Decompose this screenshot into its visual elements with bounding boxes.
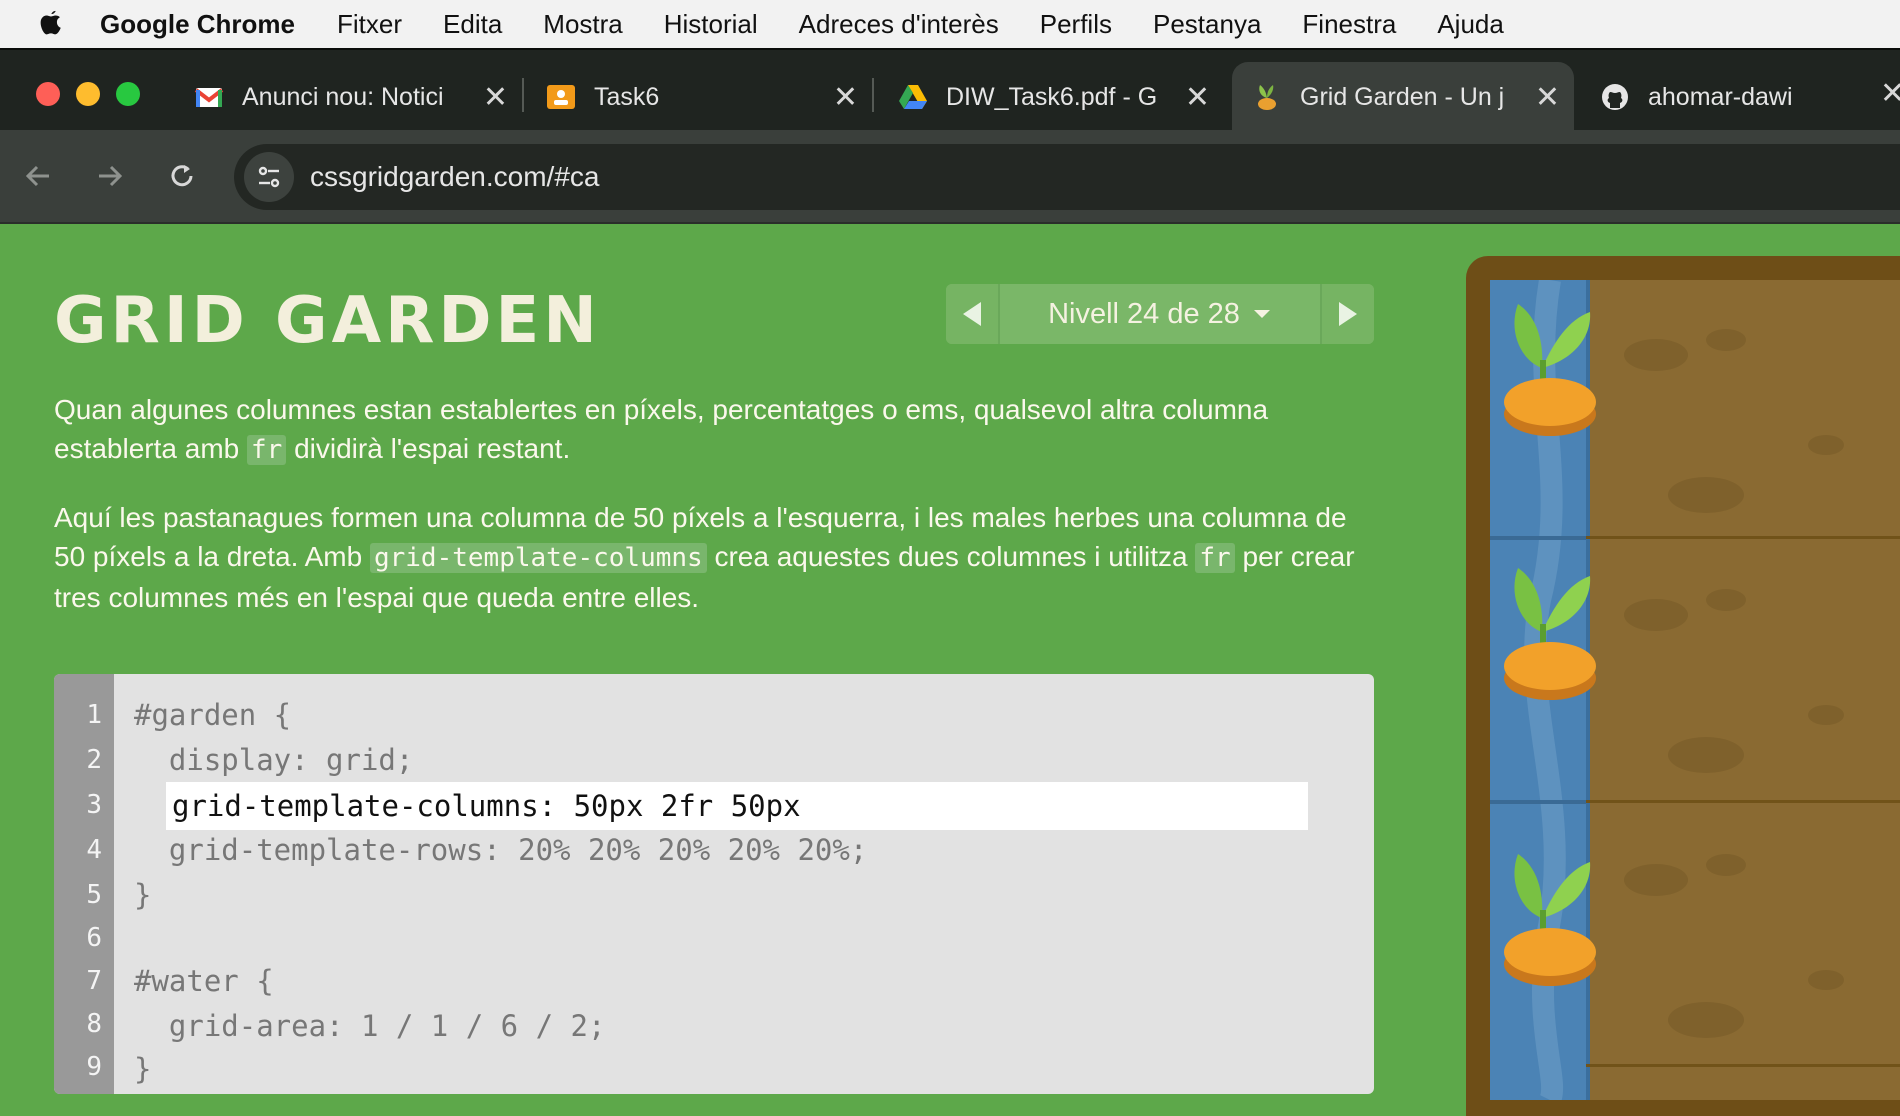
- menu-perfils[interactable]: Perfils: [1040, 9, 1112, 40]
- line-number: 5: [86, 880, 102, 910]
- line-number: 7: [86, 966, 102, 996]
- row-divider: [1490, 800, 1586, 804]
- page-title: GRID GARDEN: [54, 284, 601, 358]
- code-line: grid-area: 1 / 1 / 6 / 2;: [134, 1009, 606, 1043]
- text: crea aquestes dues columnes i utilitza: [706, 541, 1196, 572]
- tab-separator: [872, 78, 874, 112]
- menu-historial[interactable]: Historial: [664, 9, 758, 40]
- forward-button[interactable]: [88, 154, 132, 198]
- row-divider: [1490, 536, 1586, 540]
- zoom-window-button[interactable]: [116, 82, 140, 106]
- close-icon[interactable]: ✕: [483, 80, 508, 115]
- code-line: }: [134, 878, 152, 912]
- sprout-icon: [1258, 85, 1276, 110]
- drive-icon: [899, 85, 927, 109]
- text: dividirà l'espai restant.: [286, 433, 571, 464]
- tab-grid-garden[interactable]: Grid Garden - Un j ✕: [1232, 62, 1574, 132]
- line-number: 4: [86, 835, 102, 865]
- close-icon[interactable]: ✕: [833, 80, 858, 115]
- close-icon[interactable]: ✕: [1880, 76, 1900, 111]
- close-icon[interactable]: ✕: [1535, 80, 1560, 115]
- carrot-icon: [1504, 568, 1596, 700]
- instructions-paragraph-1: Quan algunes columnes estan establertes …: [54, 390, 1384, 470]
- tab-title: Anunci nou: Notici: [242, 82, 444, 111]
- soil-texture: [1624, 329, 1844, 1038]
- apple-icon[interactable]: [36, 8, 66, 40]
- browser-toolbar: cssgridgarden.com/#ca: [0, 130, 1900, 224]
- instructions-paragraph-2: Aquí les pastanagues formen una columna …: [54, 498, 1384, 617]
- url-text[interactable]: cssgridgarden.com/#ca: [310, 161, 599, 193]
- code-line: display: grid;: [134, 743, 414, 777]
- previous-level-button[interactable]: [946, 284, 998, 344]
- page-content: GRID GARDEN Nivell 24 de 28 Quan algunes…: [0, 224, 1900, 1116]
- tune-icon: [258, 166, 280, 188]
- css-input-field[interactable]: [166, 782, 1308, 830]
- code-line: #garden {: [134, 698, 292, 732]
- code-editor: 1 2 3 4 5 6 7 8 9 #garden { display: gri…: [54, 674, 1374, 1094]
- tab-title: ahomar-dawi: [1648, 82, 1793, 111]
- tab-title: Task6: [594, 82, 660, 111]
- next-level-button[interactable]: [1322, 284, 1374, 344]
- line-number: 8: [86, 1009, 102, 1039]
- arrow-right-icon: [99, 165, 123, 187]
- arrow-left-icon: [25, 165, 49, 187]
- reload-icon: [171, 165, 193, 187]
- carrot-icon: [1504, 304, 1596, 436]
- tab-task6[interactable]: Task6 ✕: [546, 62, 858, 132]
- tab-gmail[interactable]: Anunci nou: Notici ✕: [194, 62, 508, 132]
- caret-down-icon: [1253, 310, 1270, 318]
- classroom-icon: [547, 85, 575, 109]
- garden-board: [1490, 278, 1900, 1105]
- close-icon[interactable]: ✕: [1185, 80, 1210, 115]
- line-number: 2: [86, 745, 102, 775]
- menu-edita[interactable]: Edita: [443, 9, 502, 40]
- tab-strip: Anunci nou: Notici ✕ Task6 ✕ DIW_Task6.p…: [0, 48, 1900, 132]
- menu-fitxer[interactable]: Fitxer: [337, 9, 402, 40]
- triangle-left-icon: [963, 302, 981, 326]
- level-dropdown[interactable]: Nivell 24 de 28: [998, 284, 1322, 344]
- code-snippet: fr: [1195, 543, 1235, 573]
- tab-title: DIW_Task6.pdf - G: [946, 82, 1158, 111]
- code-snippet: grid-template-columns: [369, 543, 707, 573]
- menu-finestra[interactable]: Finestra: [1302, 9, 1396, 40]
- github-icon: [1602, 84, 1628, 110]
- line-number: 6: [86, 923, 102, 953]
- tab-title: Grid Garden - Un j: [1300, 82, 1505, 111]
- line-number: 3: [86, 790, 102, 820]
- code-snippet: fr: [247, 435, 287, 465]
- carrot-icon: [1504, 854, 1596, 986]
- code-line: #water {: [134, 964, 274, 998]
- code-line: grid-template-rows: 20% 20% 20% 20% 20%;: [134, 833, 868, 867]
- minimize-window-button[interactable]: [76, 82, 100, 106]
- close-window-button[interactable]: [36, 82, 60, 106]
- line-number-gutter: 1 2 3 4 5 6 7 8 9: [54, 674, 114, 1094]
- text: Quan algunes columnes estan establertes …: [54, 394, 1269, 464]
- tab-github[interactable]: ahomar-dawi: [1600, 62, 1900, 132]
- menu-adreces[interactable]: Adreces d'interès: [799, 9, 999, 40]
- tab-separator: [522, 78, 524, 112]
- code-line: }: [134, 1052, 152, 1086]
- app-name[interactable]: Google Chrome: [100, 9, 295, 40]
- menu-mostra[interactable]: Mostra: [543, 9, 622, 40]
- line-number: 1: [86, 700, 102, 730]
- triangle-right-icon: [1339, 302, 1357, 326]
- menu-bar: Google Chrome Fitxer Edita Mostra Histor…: [0, 0, 1900, 48]
- level-label: Nivell 24 de 28: [1048, 297, 1240, 330]
- address-bar[interactable]: cssgridgarden.com/#ca: [234, 144, 1900, 210]
- menu-pestanya[interactable]: Pestanya: [1153, 9, 1261, 40]
- line-number: 9: [86, 1052, 102, 1082]
- site-info-button[interactable]: [244, 152, 294, 202]
- gmail-icon: [194, 88, 224, 107]
- back-button[interactable]: [16, 154, 60, 198]
- menu-ajuda[interactable]: Ajuda: [1437, 9, 1504, 40]
- tab-drive-pdf[interactable]: DIW_Task6.pdf - G ✕: [898, 62, 1210, 132]
- level-navigator: Nivell 24 de 28: [946, 284, 1374, 344]
- reload-button[interactable]: [160, 154, 204, 198]
